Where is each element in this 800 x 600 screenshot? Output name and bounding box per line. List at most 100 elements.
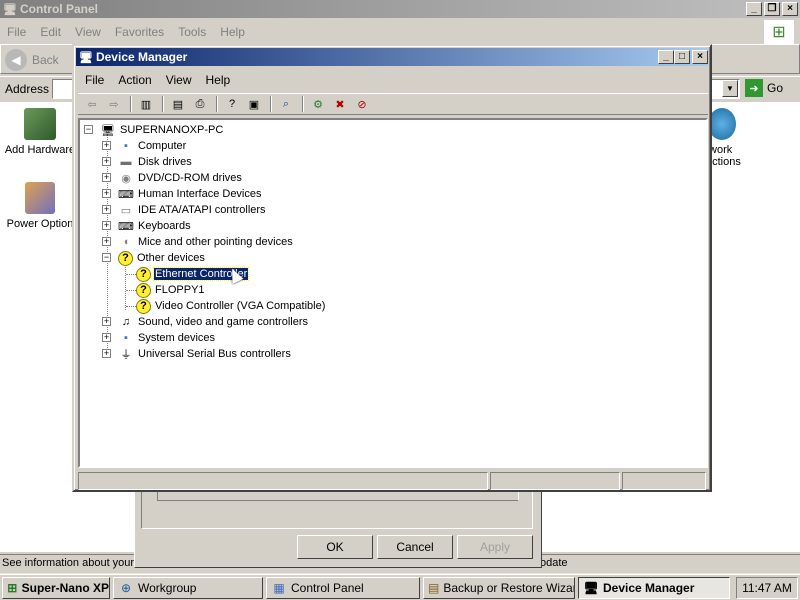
restore-button[interactable]: ❐ [764,2,780,16]
device-manager-icon: 🖥 [583,580,599,595]
taskbar: ⊞ Super-Nano XP ⊕ Workgroup ▦ Control Pa… [0,574,800,600]
dm-menu-view[interactable]: View [159,73,199,87]
back-button[interactable]: ◀ Back [5,49,59,71]
go-arrow-icon: ➜ [745,79,763,97]
address-dropdown-button[interactable]: ▼ [722,80,738,97]
device-manager-icon: 🖥 [79,51,93,64]
tree-item-mice[interactable]: + ◖ Mice and other pointing devices [102,234,294,250]
menu-view[interactable]: View [68,25,108,39]
dm-menu-file[interactable]: File [78,73,111,87]
status-pane [490,472,620,490]
print-icon[interactable]: ⎙ [190,95,210,113]
ide-icon: ▭ [120,204,132,217]
tree-item-video-controller[interactable]: ? Video Controller (VGA Compatible) [136,298,326,314]
expand-icon[interactable]: + [102,349,111,358]
ok-button[interactable]: OK [297,535,373,559]
unknown-device-icon: ? [136,266,151,282]
tree-item-sound[interactable]: + ♫ Sound, video and game controllers [102,314,309,330]
collapse-icon[interactable]: − [102,253,111,262]
disable-device-icon[interactable]: ⊘ [352,95,372,113]
menu-edit[interactable]: Edit [33,25,68,39]
tree-item-label: Sound, video and game controllers [138,316,308,328]
control-panel-menubar: File Edit View Favorites Tools Help [0,22,252,42]
close-button[interactable]: × [782,2,798,16]
back-arrow-icon[interactable]: ⇦ [82,95,102,113]
back-label: Back [32,53,59,67]
show-hide-console-tree-icon[interactable]: ▥ [136,95,156,113]
device-manager-menubar: File Action View Help [78,70,237,90]
scan-hardware-icon[interactable]: ⌕ [276,95,296,113]
tree-item-disk-drives[interactable]: + ▬ Disk drives [102,154,193,170]
dm-close-button[interactable]: × [692,50,708,64]
task-workgroup[interactable]: ⊕ Workgroup [113,576,263,599]
dm-menu-help[interactable]: Help [199,73,238,87]
menu-tools[interactable]: Tools [171,25,213,39]
minimize-button[interactable]: _ [746,2,762,16]
tree-item-floppy1[interactable]: ? FLOPPY1 [136,282,206,298]
expand-icon[interactable]: + [102,237,111,246]
expand-icon[interactable]: + [102,333,111,342]
network-label-2: ections [706,156,741,168]
tree-item-label: System devices [138,332,216,344]
start-label: Super-Nano XP [21,580,109,595]
go-button[interactable]: ➜ Go [745,79,783,97]
menu-help[interactable]: Help [213,25,252,39]
add-hardware-item[interactable]: Add Hardware [2,108,78,156]
network-icon: ⊕ [120,580,132,595]
device-manager-statusbar [78,472,708,490]
network-item[interactable]: twork ections [706,108,750,168]
task-control-panel[interactable]: ▦ Control Panel [266,576,420,599]
tree-item-label: Other devices [137,252,205,264]
expand-icon[interactable]: + [102,205,111,214]
uninstall-icon[interactable]: ✖ [330,95,350,113]
backup-icon: ▤ [428,580,440,595]
tree-item-ide[interactable]: + ▭ IDE ATA/ATAPI controllers [102,202,267,218]
menu-favorites[interactable]: Favorites [108,25,171,39]
collapse-icon[interactable]: − [84,125,93,134]
expand-icon[interactable]: + [102,141,111,150]
apply-button[interactable]: Apply [457,535,533,559]
tree-line [126,274,136,275]
tree-item-label: Computer [138,140,187,152]
forward-arrow-icon[interactable]: ⇨ [104,95,124,113]
toolbar-separator [130,96,132,112]
task-device-manager[interactable]: 🖥 Device Manager [578,576,730,599]
usb-icon: ⏚ [120,349,132,361]
toolbar-separator [216,96,218,112]
status-pane [622,472,706,490]
system-clock[interactable]: 11:47 AM [736,577,798,599]
expand-icon[interactable]: + [102,189,111,198]
tree-item-system-devices[interactable]: + ▪ System devices [102,330,216,346]
expand-icon[interactable]: + [102,157,111,166]
wizard-inner-box [157,491,519,501]
unknown-device-icon: ? [118,250,133,266]
dm-maximize-button[interactable]: □ [674,50,690,64]
tree-root[interactable]: − 🖥 SUPERNANOXP-PC [84,122,224,138]
help-icon[interactable]: ? [222,95,242,113]
start-button[interactable]: ⊞ Super-Nano XP [2,576,110,599]
properties-icon[interactable]: ▤ [168,95,188,113]
tree-item-dvd-cdrom[interactable]: + ◉ DVD/CD-ROM drives [102,170,243,186]
menu-file[interactable]: File [0,25,33,39]
task-backup-wizard[interactable]: ▤ Backup or Restore Wizard [423,576,575,599]
tree-item-usb[interactable]: + ⏚ Universal Serial Bus controllers [102,346,292,362]
action-pane-icon[interactable]: ▣ [244,95,264,113]
tree-item-keyboards[interactable]: + ⌨ Keyboards [102,218,192,234]
device-manager-title: Device Manager [95,50,188,64]
expand-icon[interactable]: + [102,221,111,230]
task-label: Device Manager [603,580,695,595]
expand-icon[interactable]: + [102,317,111,326]
tree-item-label: Mice and other pointing devices [138,236,293,248]
power-options-item[interactable]: Power Option [2,182,78,230]
device-manager-titlebar[interactable]: 🖥 Device Manager _ □ × [76,48,708,66]
dm-menu-action[interactable]: Action [111,73,158,87]
tree-item-other-devices[interactable]: − ? Other devices [102,250,206,266]
dm-minimize-button[interactable]: _ [658,50,674,64]
update-driver-icon[interactable]: ⚙ [308,95,328,113]
tree-item-hid[interactable]: + ⌨ Human Interface Devices [102,186,263,202]
control-panel-titlebar[interactable]: 🖥 Control Panel _ ❐ × [0,0,800,18]
expand-icon[interactable]: + [102,173,111,182]
cancel-button[interactable]: Cancel [377,535,453,559]
tree-item-computer[interactable]: + ▪ Computer [102,138,187,154]
hid-icon: ⌨ [118,188,134,201]
